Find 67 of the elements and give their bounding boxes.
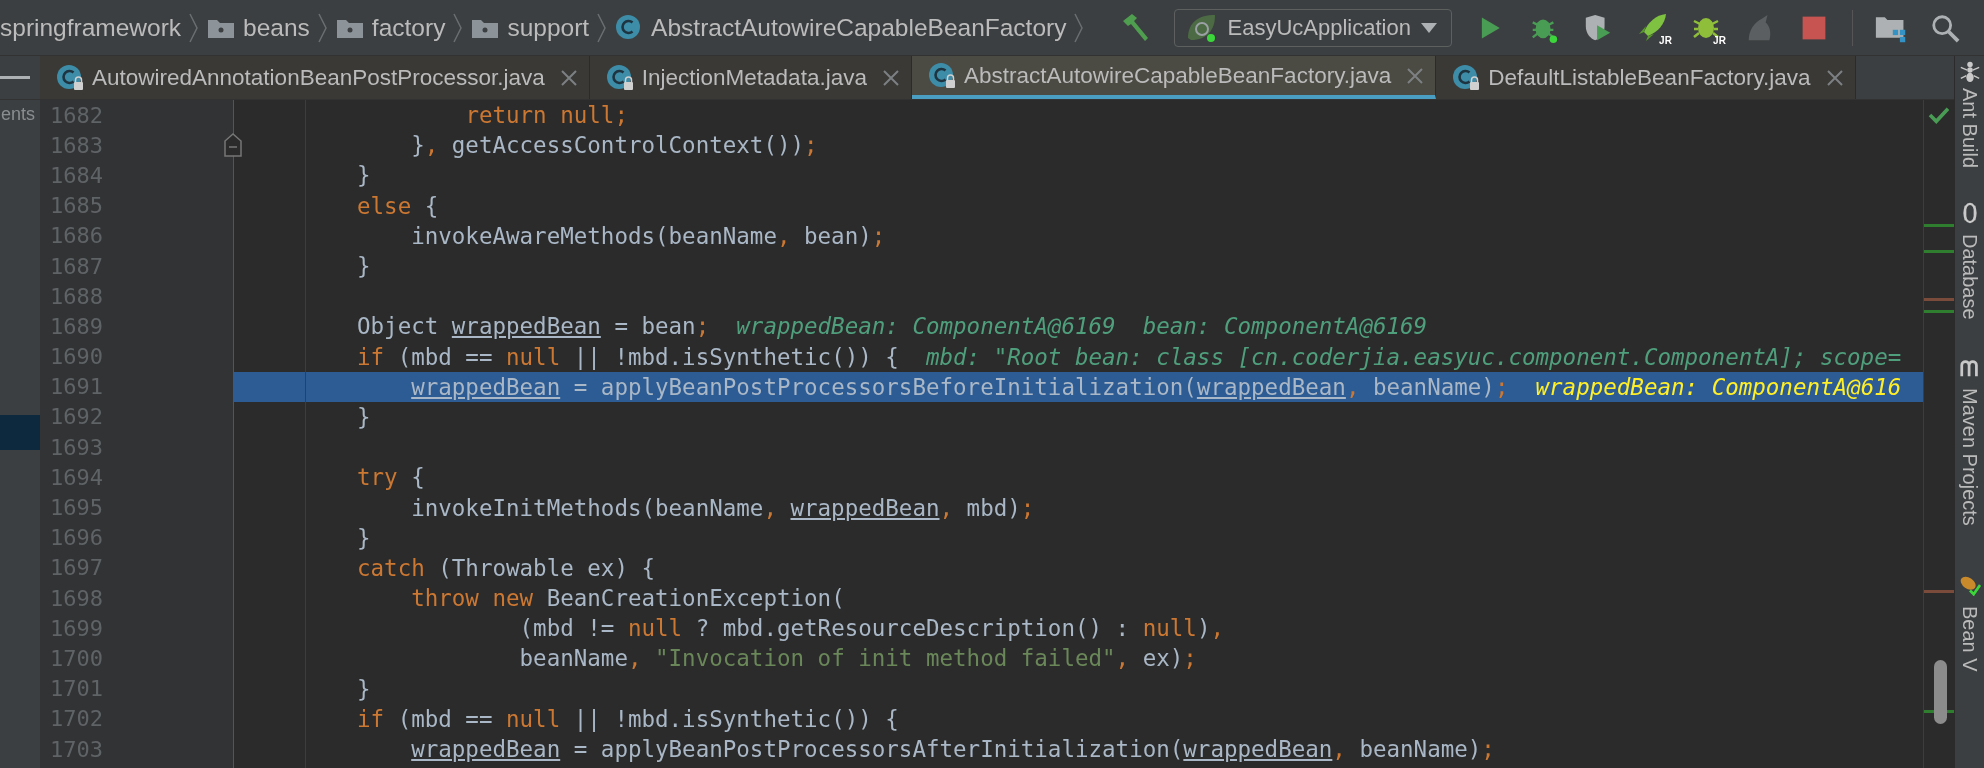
change-marker — [1924, 298, 1954, 301]
code-line: (mbd != null ? mbd.getResourceDescription() : null), — [518, 615, 1224, 642]
code-line: try { — [357, 464, 425, 491]
code-line: invokeInitMethods(beanName, wrappedBean, mbd); — [410, 494, 1035, 521]
breadcrumb-item[interactable]: support — [463, 13, 598, 42]
code-line: } — [357, 675, 371, 702]
breadcrumb-item[interactable]: springframework — [0, 13, 190, 42]
scrollbar-thumb[interactable] — [1934, 660, 1947, 724]
caret-icon — [1420, 22, 1437, 33]
code-line: invokeAwareMethods(beanName, bean); — [410, 222, 886, 249]
code-line: return null; — [464, 102, 628, 129]
code-line: if (mbd == null || !mbd.isSynthetic()) { — [357, 343, 899, 370]
chevron-icon — [1074, 12, 1085, 43]
tool-window-button[interactable]: Ant Build — [1958, 88, 1981, 169]
ant-icon — [1958, 60, 1981, 82]
close-icon[interactable] — [1407, 67, 1424, 84]
tool-window-button[interactable]: Bean V — [1958, 573, 1981, 672]
code-line: } — [357, 403, 371, 430]
badge-label: JR — [1713, 34, 1726, 46]
locked-class-icon — [1452, 63, 1481, 92]
locked-class-icon — [927, 61, 956, 90]
fold-icon[interactable] — [224, 133, 242, 158]
code-line: } — [357, 162, 371, 189]
editor-tab[interactable]: AutowiredAnnotationBeanPostProcessor.java — [40, 56, 590, 99]
chevron-icon — [453, 12, 464, 43]
code-line: beanName, "Invocation of init method failed", ex); — [518, 645, 1197, 672]
code-line: } — [357, 253, 371, 280]
selected-list-row — [0, 415, 40, 450]
close-icon[interactable] — [560, 69, 577, 86]
change-marker — [1924, 224, 1954, 227]
minimize-icon — [0, 75, 30, 80]
editor-tab[interactable]: DefaultListableBeanFactory.java — [1436, 56, 1856, 99]
tool-window-button[interactable]: Database — [1958, 202, 1981, 320]
stop-icon — [1800, 14, 1827, 41]
check-icon — [1928, 106, 1950, 124]
locked-class-icon — [605, 63, 634, 92]
code-line: else { — [357, 192, 439, 219]
inline-debug-value: wrappedBean: ComponentA@6169 bean: ComponentA@6169 — [736, 313, 1428, 340]
code-line: wrappedBean = applyBeanPostProcessorsAfterInitialization(wrappedBean, beanName); — [410, 736, 1495, 763]
breadcrumb-item[interactable]: AbstractAutowireCapableBeanFactory — [607, 13, 1075, 42]
change-marker — [1924, 250, 1954, 253]
badge-label: JR — [1659, 34, 1672, 46]
code-line: catch (Throwable ex) { — [357, 554, 656, 581]
tool-window-button[interactable]: Maven Projects — [1958, 355, 1981, 526]
change-marker — [1924, 310, 1954, 313]
editor-tab[interactable]: InjectionMetadata.java — [589, 56, 912, 99]
search-icon — [1929, 12, 1960, 43]
change-marker — [1924, 590, 1954, 593]
editor-tab[interactable]: AbstractAutowireCapableBeanFactory.java — [911, 56, 1437, 99]
code-line: if (mbd == null || !mbd.isSynthetic()) { — [357, 705, 899, 732]
inline-debug-value: wrappedBean: ComponentA@616 — [1535, 373, 1902, 400]
inline-debug-value: mbd: "Root bean: class [cn.coderjia.easyuc.component.ComponentA]; scope= — [925, 343, 1902, 370]
code-line: }, getAccessControlContext()); — [410, 132, 818, 159]
chevron-icon — [597, 12, 608, 43]
code-line: wrappedBean = applyBeanPostProcessorsBeforeInitialization(wrappedBean, beanName); — [410, 373, 1509, 400]
close-icon[interactable] — [1826, 69, 1843, 86]
code-line: throw new BeanCreationException( — [410, 585, 845, 612]
run-configuration-dropdown[interactable]: EasyUcApplication — [1174, 8, 1452, 47]
breadcrumb-item[interactable]: beans — [199, 13, 318, 42]
locked-class-icon — [56, 63, 84, 92]
close-icon[interactable] — [882, 69, 899, 86]
breadcrumb-item[interactable]: factory — [327, 13, 454, 42]
code-line: } — [357, 524, 371, 551]
chevron-icon — [189, 12, 200, 43]
code-line: Object wrappedBean = bean; — [357, 313, 710, 340]
chevron-icon — [317, 12, 328, 43]
panel-label: ents — [1, 104, 36, 125]
